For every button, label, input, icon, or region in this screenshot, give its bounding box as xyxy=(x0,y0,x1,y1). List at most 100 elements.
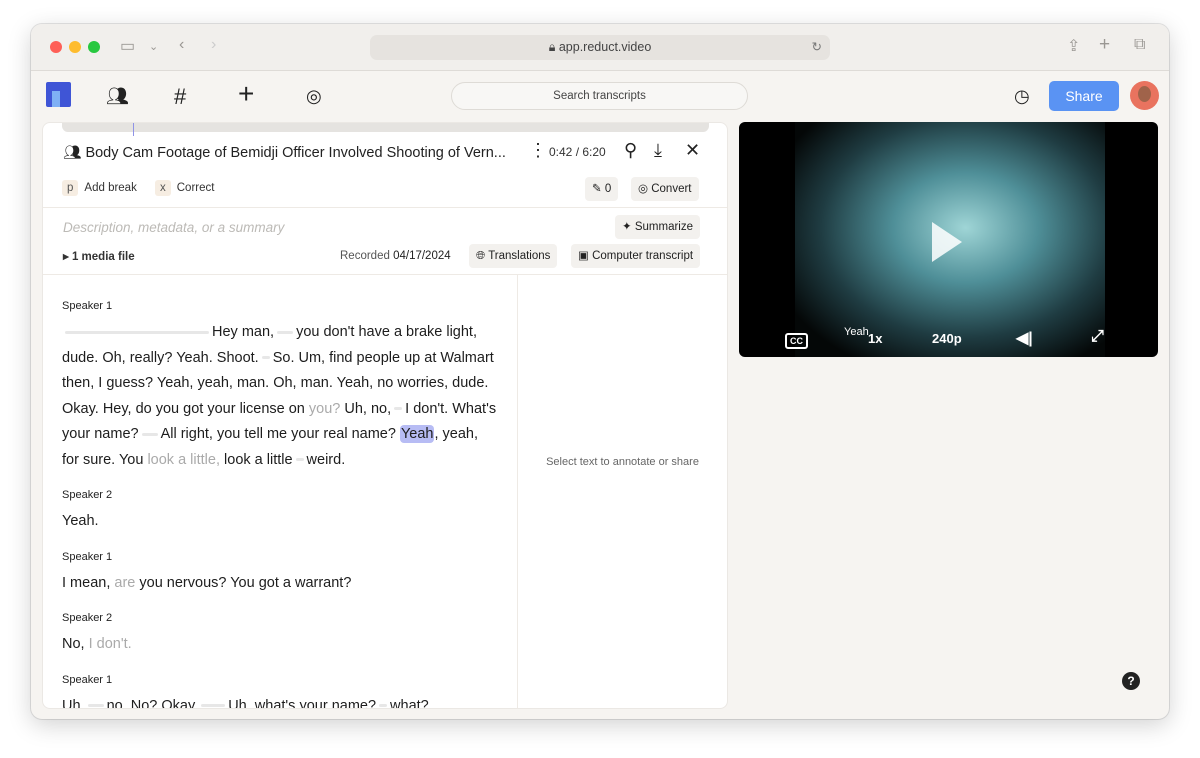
transcript-text: Uh, what's your name? xyxy=(228,697,377,709)
reload-icon[interactable]: ↻ xyxy=(812,35,822,60)
correct-shortcut[interactable]: x Correct xyxy=(155,180,214,196)
silence-gap xyxy=(261,356,270,360)
transcript-paragraph[interactable]: No, I don't. xyxy=(62,632,497,658)
computer-transcript-button[interactable]: ▣ Computer transcript xyxy=(571,244,701,268)
transcript-text: Hey man, xyxy=(212,324,275,340)
tabs-overview-icon[interactable]: ⧉ xyxy=(1134,36,1145,54)
sparkle-icon: ✦ xyxy=(622,221,635,233)
silence-gap xyxy=(87,704,104,708)
add-icon[interactable]: + xyxy=(238,78,254,110)
address-bar[interactable]: 🔒︎ app.reduct.video ↻ xyxy=(370,35,830,60)
transcript-text: weird. xyxy=(306,451,346,468)
video-player[interactable]: CC Yeah 1x 240p ◀︎| ⤢ xyxy=(739,122,1158,357)
volume-icon[interactable]: ◀︎| xyxy=(1016,328,1033,348)
lock-icon: 🔒︎ xyxy=(548,40,559,54)
shortcut-label: Correct xyxy=(176,182,215,194)
translations-label: Translations xyxy=(488,250,551,262)
shortcut-key: x xyxy=(155,180,171,196)
globe-icon: 🌐︎ xyxy=(476,250,489,262)
quality-button[interactable]: 240p xyxy=(932,331,962,346)
transcript-paragraph[interactable]: Hey man, you don't have a brake light, du… xyxy=(62,320,497,473)
speaker-label[interactable]: Speaker 1 xyxy=(62,300,497,312)
transcript-text: Yeah. xyxy=(62,513,99,529)
back-icon[interactable]: ‹ xyxy=(179,36,184,54)
description-input[interactable]: Description, metadata, or a summary xyxy=(63,220,284,235)
transcript-text: I mean, xyxy=(62,574,115,591)
speaker-label[interactable]: Speaker 2 xyxy=(62,489,497,501)
playback-speed-button[interactable]: 1x xyxy=(868,331,882,346)
translations-button[interactable]: 🌐︎ Translations xyxy=(469,244,558,268)
search-icon[interactable]: ⚲ xyxy=(624,140,637,161)
recorded-date-value: 04/17/2024 xyxy=(393,250,451,262)
help-icon[interactable]: ? xyxy=(1122,672,1140,690)
low-confidence-text: I don't. xyxy=(88,636,132,652)
summarize-button[interactable]: ✦ Summarize xyxy=(615,215,700,239)
close-icon[interactable]: ✕ xyxy=(685,140,700,161)
new-tab-icon[interactable]: + xyxy=(1099,34,1110,56)
transcript-body[interactable]: Speaker 1 Hey man, you don't have a brake … xyxy=(43,275,518,708)
transcript-text: All right, you tell me your real name? xyxy=(160,426,400,442)
recorded-label: Recorded xyxy=(340,250,390,262)
app-toolbar: 👥︎ # + ◎ Search transcripts ◷ Share xyxy=(31,72,1169,122)
url-text: app.reduct.video xyxy=(558,40,652,54)
transcript-text: look a little xyxy=(220,451,293,468)
playback-time: 0:42 / 6:20 xyxy=(549,145,606,159)
divider xyxy=(43,207,727,208)
low-confidence-text: are xyxy=(114,574,136,591)
history-clock-icon[interactable]: ◷ xyxy=(1014,86,1030,107)
people-icon: 👥︎ xyxy=(63,145,86,161)
add-break-shortcut[interactable]: p Add break xyxy=(62,180,137,196)
film-reel-icon[interactable]: ◎ xyxy=(306,86,322,107)
search-transcripts-input[interactable]: Search transcripts xyxy=(451,82,748,110)
share-page-icon[interactable]: ⇪ xyxy=(1067,36,1080,56)
media-files-toggle[interactable]: ▸ 1 media file xyxy=(63,249,135,263)
convert-button[interactable]: ◎ Convert xyxy=(631,177,699,201)
fullscreen-icon[interactable]: ⤢ xyxy=(1091,328,1104,346)
forward-icon[interactable]: › xyxy=(211,36,216,54)
speaker-label[interactable]: Speaker 1 xyxy=(62,551,497,563)
browser-window: ▭ ⌄ ‹ › 🔒︎ app.reduct.video ↻ ⇪ + ⧉ 👥︎ # … xyxy=(31,24,1169,719)
transcript-paragraph[interactable]: Uh, no. No? Okay. Uh, what's your name? wha… xyxy=(62,694,497,709)
transcript-paragraph[interactable]: Yeah. xyxy=(62,509,497,535)
document-title[interactable]: 👥︎ Body Cam Footage of Bemidji Officer I… xyxy=(63,144,506,161)
silence-gap xyxy=(295,458,304,462)
user-avatar[interactable] xyxy=(1130,81,1159,110)
shortcut-label: Add break xyxy=(84,182,137,194)
silence-gap xyxy=(201,704,226,708)
hashtag-icon[interactable]: # xyxy=(174,84,186,110)
timeline-scrubber[interactable] xyxy=(62,123,709,132)
highlights-button[interactable]: ✎ 0 xyxy=(585,177,619,201)
summarize-label: Summarize xyxy=(634,221,693,233)
speaker-label[interactable]: Speaker 1 xyxy=(62,674,497,686)
close-window-button[interactable] xyxy=(50,41,62,53)
speaker-label[interactable]: Speaker 2 xyxy=(62,612,497,624)
low-confidence-text: you? xyxy=(308,400,341,417)
current-word: Yeah xyxy=(399,425,435,443)
silence-gap xyxy=(65,330,209,334)
download-icon[interactable]: ⤓ xyxy=(654,140,662,161)
share-button[interactable]: Share xyxy=(1049,81,1119,111)
minimize-window-button[interactable] xyxy=(69,41,81,53)
browser-titlebar: ▭ ⌄ ‹ › 🔒︎ app.reduct.video ↻ ⇪ + ⧉ xyxy=(31,24,1169,71)
maximize-window-button[interactable] xyxy=(88,41,100,53)
reduct-logo[interactable] xyxy=(46,82,71,107)
robot-icon: ▣ xyxy=(578,250,593,262)
recorded-date: Recorded 04/17/2024 xyxy=(340,250,451,262)
more-options-icon[interactable]: ⋮ xyxy=(529,140,547,161)
sidebar-toggle-icon[interactable]: ▭ xyxy=(120,36,135,56)
media-files-label: 1 media file xyxy=(71,251,135,263)
transcript-text: no. No? Okay. xyxy=(106,697,199,709)
playhead-marker[interactable] xyxy=(133,123,135,136)
low-confidence-text: look a little, xyxy=(147,451,220,468)
play-icon[interactable] xyxy=(932,222,962,262)
transcript-text: what? xyxy=(390,697,429,709)
transcript-panel: 👥︎ Body Cam Footage of Bemidji Officer I… xyxy=(42,122,728,709)
people-icon[interactable]: 👥︎ xyxy=(106,86,129,107)
closed-captions-button[interactable]: CC xyxy=(785,333,808,349)
film-reel-icon: ◎ xyxy=(638,183,652,195)
transcript-paragraph[interactable]: I mean, are you nervous? You got a warra… xyxy=(62,571,497,597)
caption-text: Yeah xyxy=(844,326,869,338)
transcript-text: you nervous? You got a warrant? xyxy=(135,574,352,591)
transcript-text: Uh, xyxy=(62,697,85,709)
chevron-down-icon[interactable]: ⌄ xyxy=(149,40,158,53)
